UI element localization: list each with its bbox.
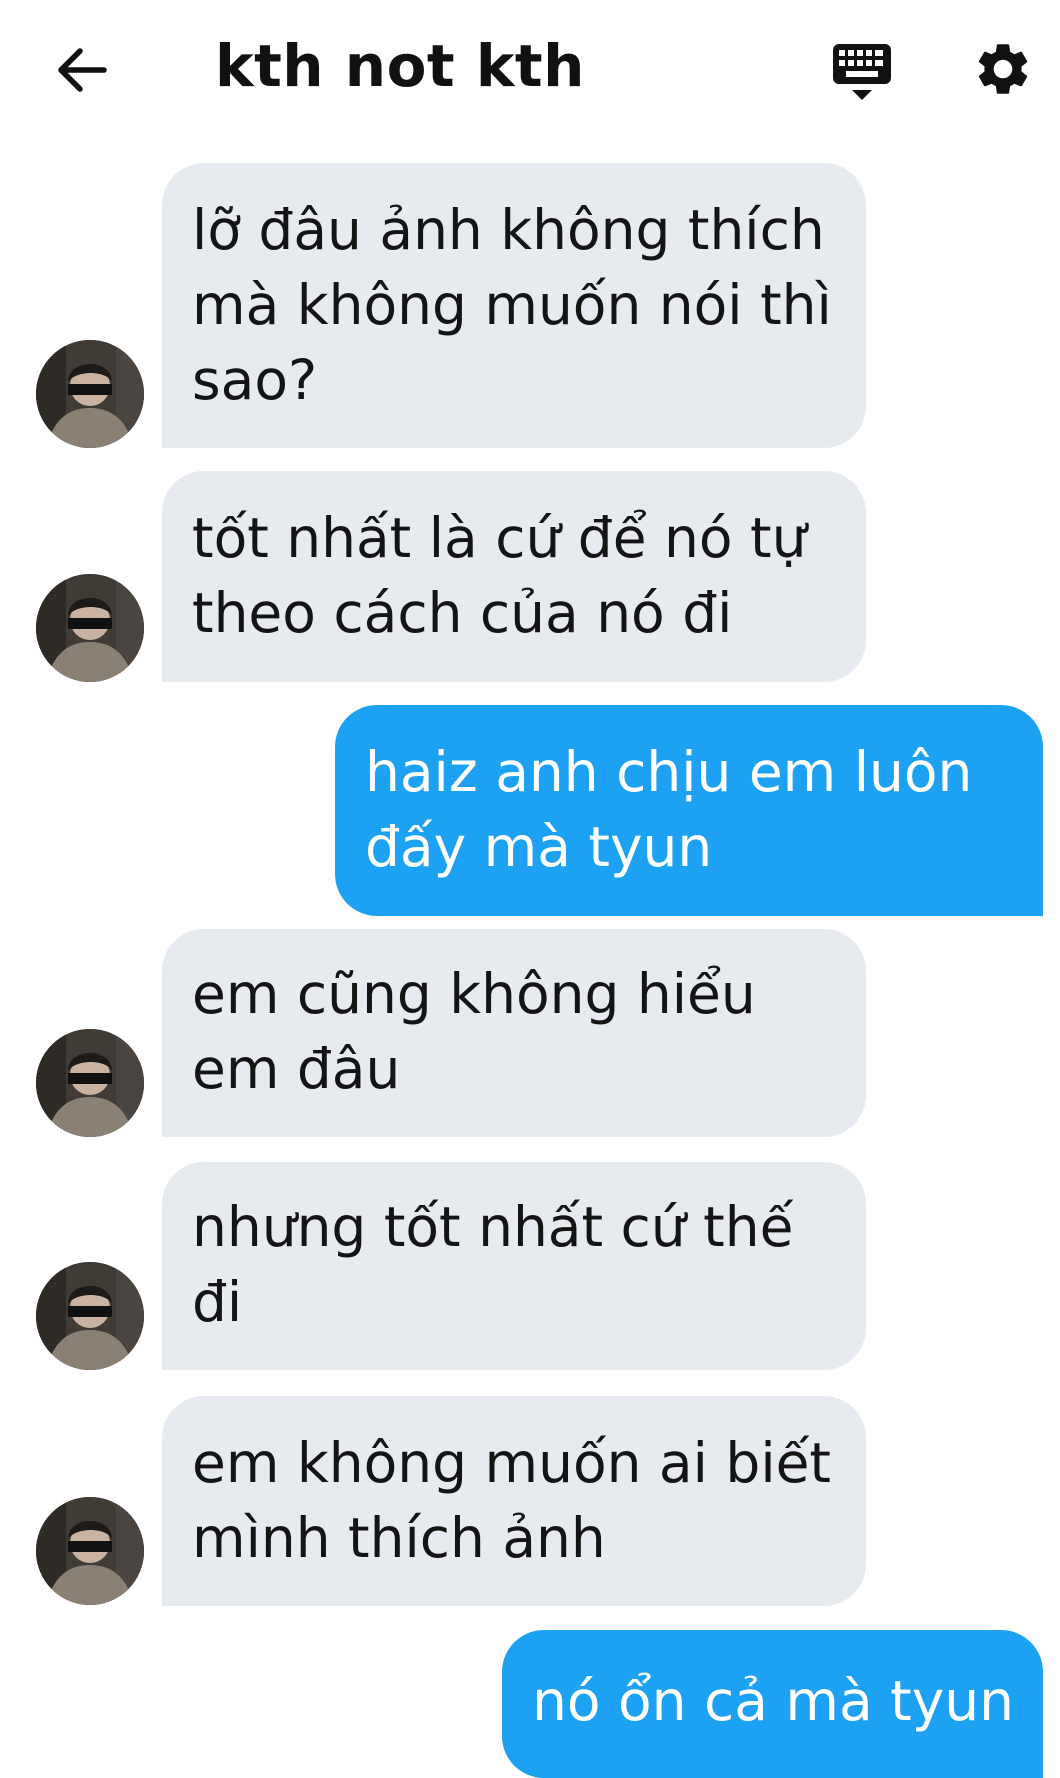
message-line: lỡ đâu ảnh không thích <box>192 198 825 262</box>
message-line: theo cách của nó đi <box>192 581 733 645</box>
chat-header: kth not kth <box>0 0 1060 150</box>
message-line: em cũng không hiểu <box>192 962 756 1026</box>
user-avatar-icon <box>36 1497 144 1605</box>
message-bubble[interactable]: lỡ đâu ảnh không thích mà không muốn nói… <box>162 163 866 448</box>
message-line: đấy mà tyun <box>365 815 713 879</box>
message-line: haiz anh chịu em luôn <box>365 740 973 804</box>
avatar[interactable] <box>36 1029 144 1137</box>
user-avatar-icon <box>36 1262 144 1370</box>
avatar[interactable] <box>36 1497 144 1605</box>
message-line: mình thích ảnh <box>192 1506 606 1570</box>
message-bubble[interactable]: tốt nhất là cứ để nó tự theo cách của nó… <box>162 471 866 682</box>
message-line: em không muốn ai biết <box>192 1431 831 1495</box>
message-bubble[interactable]: nhưng tốt nhất cứ thế đi <box>162 1162 866 1370</box>
gear-icon <box>978 44 1028 94</box>
message-bubble[interactable]: nó ổn cả mà tyun <box>502 1630 1043 1778</box>
message-line: sao? <box>192 348 318 412</box>
user-avatar-icon <box>36 574 144 682</box>
message-line: em đâu <box>192 1037 401 1101</box>
message-line: tốt nhất là cứ để nó tự <box>192 506 807 570</box>
message-line: nó ổn cả mà tyun <box>532 1669 1015 1733</box>
user-avatar-icon <box>36 1029 144 1137</box>
arrow-left-icon <box>58 48 107 92</box>
settings-button[interactable] <box>972 38 1034 100</box>
keyboard-button[interactable] <box>830 40 894 104</box>
conversation-title: kth not kth <box>215 32 585 100</box>
avatar[interactable] <box>36 1262 144 1370</box>
message-bubble[interactable]: em không muốn ai biết mình thích ảnh <box>162 1396 866 1606</box>
user-avatar-icon <box>36 340 144 448</box>
message-line: mà không muốn nói thì <box>192 273 832 337</box>
message-line: đi <box>192 1270 243 1334</box>
message-bubble[interactable]: haiz anh chịu em luôn đấy mà tyun <box>335 705 1043 916</box>
avatar[interactable] <box>36 574 144 682</box>
back-button[interactable] <box>52 40 112 100</box>
avatar[interactable] <box>36 340 144 448</box>
message-bubble[interactable]: em cũng không hiểu em đâu <box>162 929 866 1137</box>
message-line: nhưng tốt nhất cứ thế <box>192 1195 794 1259</box>
keyboard-icon <box>833 44 891 100</box>
